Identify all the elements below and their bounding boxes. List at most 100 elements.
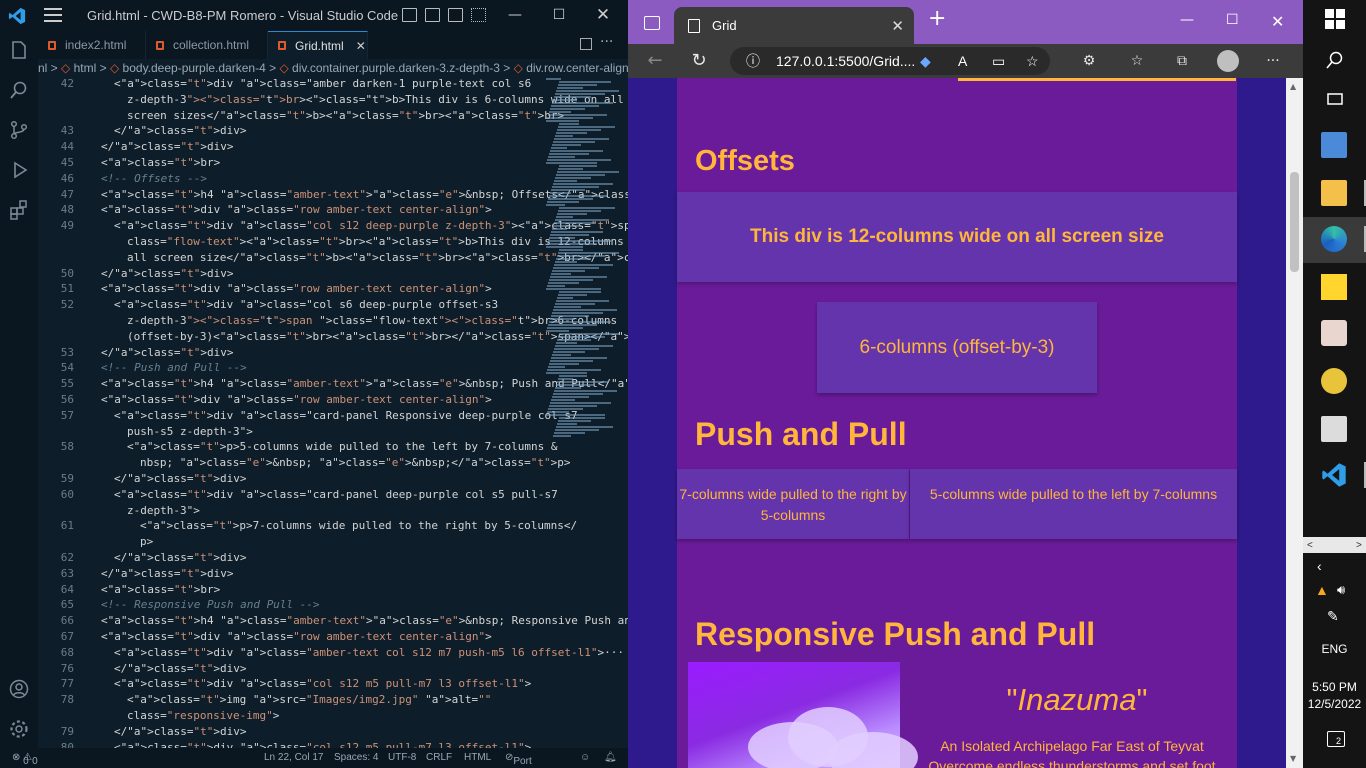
- scroll-down-icon[interactable]: ▼: [1290, 754, 1296, 763]
- line-ending[interactable]: CRLF: [426, 752, 452, 763]
- code-line[interactable]: </"a">class="t">div>: [101, 267, 581, 280]
- code-line[interactable]: <"a">class="t">h4 "a">class="amber-text"…: [101, 377, 628, 390]
- feedback-icon[interactable]: ☺: [580, 752, 590, 763]
- task-view-icon[interactable]: [1325, 90, 1345, 108]
- code-line[interactable]: <"a">class="t">br>: [101, 583, 581, 596]
- code-line[interactable]: <!-- Push and Pull -->: [101, 361, 581, 374]
- code-line[interactable]: class="flow-text"><"a">class="t">br><"a"…: [127, 235, 624, 248]
- account-icon[interactable]: [8, 678, 30, 700]
- split-editor-icon[interactable]: [580, 38, 592, 50]
- code-line[interactable]: screen sizes</"a">class="t">b><"a">class…: [127, 109, 607, 122]
- code-line[interactable]: all screen size</"a">class="t">b><"a">cl…: [127, 251, 628, 264]
- explorer-icon[interactable]: [8, 39, 30, 61]
- language-mode[interactable]: HTML: [464, 752, 491, 763]
- code-line[interactable]: <!-- Responsive Push and Pull -->: [101, 598, 581, 611]
- show-hidden-icons[interactable]: ‹: [1317, 558, 1322, 574]
- windows-start-icon[interactable]: [1324, 8, 1346, 30]
- code-line[interactable]: <"a">class="t">div "a">class="row amber-…: [101, 393, 581, 406]
- code-line[interactable]: <"a">class="t">img "a">src="Images/img2.…: [127, 693, 607, 706]
- close-tab-icon[interactable]: ✕: [891, 17, 904, 35]
- run-debug-icon[interactable]: [8, 159, 30, 181]
- sticky-notes-icon[interactable]: [1321, 274, 1347, 300]
- code-line[interactable]: </"a">class="t">div>: [114, 551, 594, 564]
- toggle-secondary-sidebar-icon[interactable]: [448, 8, 463, 22]
- code-line[interactable]: </"a">class="t">div>: [114, 725, 594, 738]
- code-line[interactable]: <"a">class="t">div "a">class="card-panel…: [114, 409, 594, 422]
- extensions-icon[interactable]: [8, 199, 30, 221]
- code-line[interactable]: <"a">class="t">div "a">class="row amber-…: [101, 630, 581, 643]
- qq-icon[interactable]: [1321, 368, 1347, 394]
- close-window-icon[interactable]: ✕: [1271, 12, 1284, 31]
- minimize-icon[interactable]: —: [500, 4, 530, 26]
- code-line[interactable]: <"a">class="t">div "a">class="col s12 m5…: [114, 677, 594, 690]
- code-line[interactable]: </"a">class="t">div>: [101, 567, 581, 580]
- code-line[interactable]: </"a">class="t">div>: [101, 140, 581, 153]
- vscode-taskbar-icon[interactable]: [1321, 462, 1347, 488]
- close-tab-icon[interactable]: ✕: [356, 39, 366, 53]
- extensions-icon[interactable]: ⚙: [1080, 52, 1098, 70]
- code-line[interactable]: <"a">class="t">div "a">class="card-panel…: [114, 488, 594, 501]
- collections-icon[interactable]: ⧉: [1173, 52, 1191, 70]
- encoding[interactable]: UTF-8: [388, 752, 416, 763]
- code-line[interactable]: (offset-by-3)<"a">class="t">br><"a">clas…: [127, 330, 628, 343]
- code-line[interactable]: z-depth-3"><">class="t">span ">class="fl…: [127, 314, 617, 327]
- remote-desktop-icon[interactable]: [1321, 132, 1347, 158]
- coupon-icon[interactable]: ◆: [920, 47, 931, 75]
- refresh-icon[interactable]: ↻: [690, 52, 708, 70]
- scroll-thumb[interactable]: [1290, 172, 1299, 272]
- immersive-reader-icon[interactable]: ▭: [992, 47, 1005, 75]
- address-bar[interactable]: ⓘ 127.0.0.1:5500/Grid.... ◆ A ▭ ☆: [730, 47, 1050, 75]
- code-line[interactable]: <"a">class="t">div "a">class="col s12 de…: [114, 219, 628, 232]
- code-line[interactable]: class="responsive-img">: [127, 709, 607, 722]
- new-tab-icon[interactable]: +: [928, 8, 948, 30]
- tab-index2[interactable]: index2.html: [38, 31, 146, 59]
- code-line[interactable]: <"a">class="t">br>: [101, 156, 581, 169]
- code-line[interactable]: <!-- Offsets -->: [101, 172, 581, 185]
- live-server-port[interactable]: ⊘ Port : 5500: [505, 752, 532, 768]
- tab-collection[interactable]: collection.html: [146, 31, 268, 59]
- read-aloud-icon[interactable]: A: [958, 47, 967, 75]
- notifications-bell-icon[interactable]: 🔔︎: [604, 752, 617, 763]
- maximize-icon[interactable]: ☐: [544, 4, 574, 26]
- volume-icon[interactable]: 🔊︎: [1337, 582, 1345, 598]
- edge-icon[interactable]: [1321, 226, 1347, 252]
- code-editor[interactable]: 42 <"a">class="t">div "a">class="amber da…: [38, 77, 628, 748]
- pen-icon[interactable]: ✎: [1327, 608, 1339, 625]
- code-line[interactable]: <"a">class="t">p>5-columns wide pulled t…: [127, 440, 607, 453]
- cursor-position[interactable]: Ln 22, Col 17: [264, 752, 324, 763]
- tab-grid[interactable]: Grid.html ✕: [268, 31, 368, 59]
- tab-actions-icon[interactable]: [644, 16, 660, 30]
- minimize-icon[interactable]: —: [1180, 12, 1194, 28]
- scroll-up-icon[interactable]: ▲: [1290, 82, 1296, 91]
- vlc-icon[interactable]: ▲: [1315, 582, 1329, 598]
- search-icon[interactable]: [1325, 50, 1345, 70]
- language-indicator[interactable]: ENG: [1303, 642, 1366, 656]
- monitor-app-icon[interactable]: [1321, 416, 1347, 442]
- clock-time[interactable]: 5:50 PM: [1303, 680, 1366, 694]
- page-scrollbar[interactable]: ▲ ▼: [1286, 78, 1303, 768]
- code-line[interactable]: </"a">class="t">div>: [114, 472, 594, 485]
- code-line[interactable]: z-depth-3"><">class="t">br><">class="t">…: [127, 93, 624, 106]
- settings-gear-icon[interactable]: [8, 718, 30, 740]
- maximize-icon[interactable]: ☐: [1226, 12, 1239, 28]
- browser-tab-grid[interactable]: Grid ✕: [674, 7, 914, 44]
- file-explorer-icon[interactable]: [1321, 180, 1347, 206]
- code-line[interactable]: </"a">class="t">div>: [114, 662, 594, 675]
- back-icon[interactable]: ←: [646, 52, 664, 70]
- source-control-icon[interactable]: [8, 119, 30, 141]
- more-actions-icon[interactable]: ···: [600, 34, 613, 50]
- code-line[interactable]: </"a">class="t">div>: [101, 346, 581, 359]
- settings-more-icon[interactable]: ···: [1264, 52, 1282, 70]
- code-line[interactable]: <"a">class="t">h4 "a">class="amber-text"…: [101, 188, 628, 201]
- page-viewport[interactable]: Offsets This div is 12-columns wide on a…: [628, 78, 1286, 768]
- game-app-icon[interactable]: [1321, 320, 1347, 346]
- clock-date[interactable]: 12/5/2022: [1303, 697, 1366, 711]
- code-line[interactable]: <"a">class="t">div "a">class="col s6 dee…: [114, 298, 594, 311]
- code-line[interactable]: <"a">class="t">div "a">class="row amber-…: [101, 282, 581, 295]
- code-line[interactable]: </"a">class="t">div>: [114, 124, 594, 137]
- code-line[interactable]: <"a">class="t">div "a">class="row amber-…: [101, 203, 581, 216]
- action-center-icon[interactable]: 2: [1327, 731, 1345, 747]
- toggle-panel-icon[interactable]: [425, 8, 440, 22]
- code-line[interactable]: <"a">class="t">p>7-columns wide pulled t…: [140, 519, 620, 532]
- close-icon[interactable]: ✕: [588, 4, 618, 26]
